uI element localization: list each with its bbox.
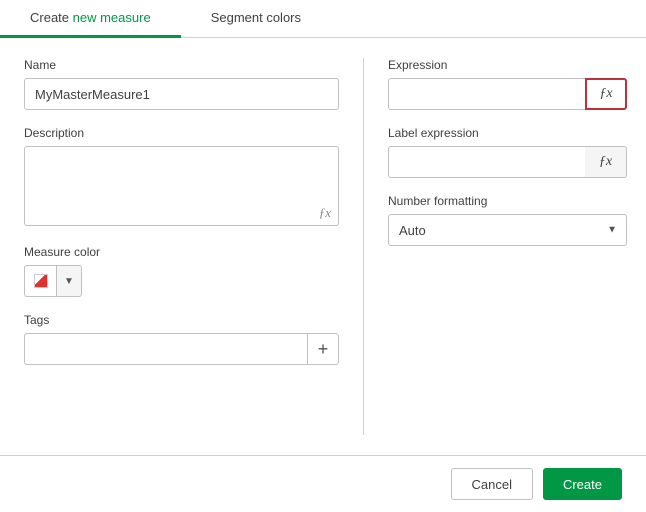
color-dropdown-button[interactable]: ▼ [56,265,82,297]
measure-color-field-group: Measure color ▼ [24,245,339,297]
tab-create-measure[interactable]: Create new measure [0,0,181,38]
footer: Cancel Create [0,455,646,512]
measure-color-label: Measure color [24,245,339,259]
tab-create-measure-label-highlight: new measure [73,10,151,25]
tags-label: Tags [24,313,339,327]
expression-wrapper: ƒx [388,78,627,110]
expression-fx-icon: ƒx [599,86,612,102]
description-field-group: Description ƒx [24,126,339,229]
tab-create-measure-label-plain: Create [30,10,73,25]
tabs-bar: Create new measure Segment colors [0,0,646,38]
tags-wrapper: + [24,333,339,365]
color-dropdown-arrow-icon: ▼ [64,276,74,287]
description-wrapper: ƒx [24,146,339,229]
color-picker-wrapper: ▼ [24,265,339,297]
tags-input[interactable] [24,333,307,365]
description-input[interactable] [24,146,339,226]
label-expression-fx-icon: ƒx [599,154,612,170]
expression-field-group: Expression ƒx [388,58,627,110]
number-formatting-label: Number formatting [388,194,627,208]
tags-add-icon: + [318,339,329,360]
name-label: Name [24,58,339,72]
expression-input[interactable] [388,78,585,110]
tags-add-button[interactable]: + [307,333,339,365]
main-content: Name Description ƒx Measure color ▼ [0,38,646,455]
expression-label: Expression [388,58,627,72]
create-button[interactable]: Create [543,468,622,500]
number-formatting-select[interactable]: Auto Number Money Date Duration Custom [388,214,627,246]
name-input[interactable] [24,78,339,110]
tags-field-group: Tags + [24,313,339,365]
left-panel: Name Description ƒx Measure color ▼ [24,58,364,435]
tab-segment-colors[interactable]: Segment colors [181,0,331,38]
label-expression-wrapper: ƒx [388,146,627,178]
label-expression-input[interactable] [388,146,585,178]
color-swatch[interactable] [24,265,56,297]
description-fx-icon: ƒx [319,205,331,221]
expression-fx-button[interactable]: ƒx [585,78,627,110]
description-label: Description [24,126,339,140]
number-formatting-wrapper: Auto Number Money Date Duration Custom ▼ [388,214,627,246]
label-expression-label: Label expression [388,126,627,140]
label-expression-fx-button[interactable]: ƒx [585,146,627,178]
number-formatting-field-group: Number formatting Auto Number Money Date… [388,194,627,246]
right-panel: Expression ƒx Label expression ƒx Number… [364,58,627,435]
color-swatch-inner [34,274,48,288]
tab-segment-colors-label: Segment colors [211,10,301,25]
label-expression-field-group: Label expression ƒx [388,126,627,178]
cancel-button[interactable]: Cancel [451,468,533,500]
name-field-group: Name [24,58,339,110]
